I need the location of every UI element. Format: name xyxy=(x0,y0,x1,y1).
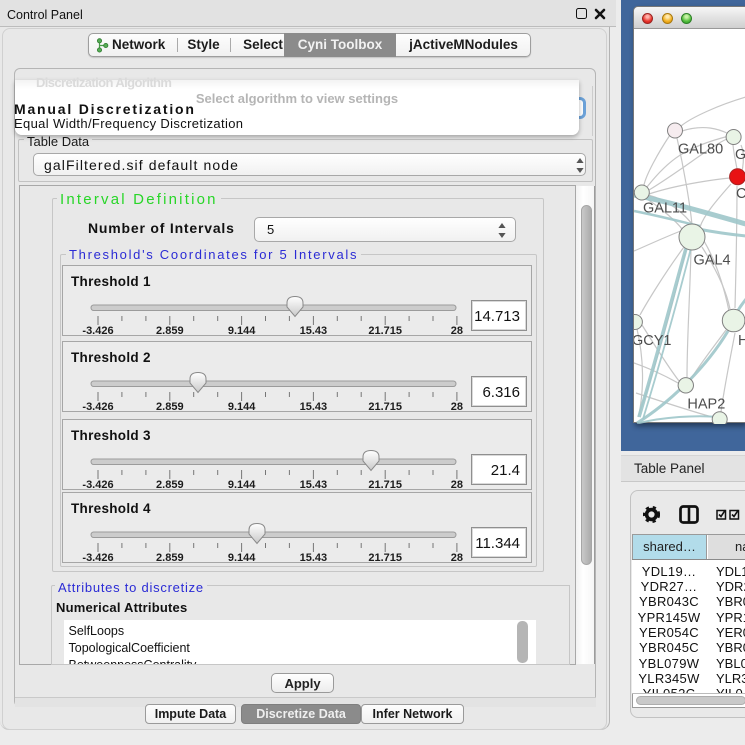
svg-text:15.43: 15.43 xyxy=(300,552,328,564)
svg-text:H: H xyxy=(738,333,745,349)
svg-text:GAL80: GAL80 xyxy=(678,141,723,157)
svg-text:2.859: 2.859 xyxy=(156,552,184,564)
svg-text:28: 28 xyxy=(451,401,463,413)
svg-text:GAL4: GAL4 xyxy=(694,253,731,269)
svg-text:9.144: 9.144 xyxy=(228,401,256,413)
svg-text:GCY1: GCY1 xyxy=(634,333,672,349)
svg-text:-3.426: -3.426 xyxy=(82,552,113,564)
svg-text:21.715: 21.715 xyxy=(368,401,402,413)
svg-text:9.144: 9.144 xyxy=(228,479,256,491)
svg-text:2.859: 2.859 xyxy=(156,401,184,413)
svg-text:2.859: 2.859 xyxy=(156,479,184,491)
svg-text:C: C xyxy=(736,186,745,202)
svg-text:15.43: 15.43 xyxy=(300,479,328,491)
svg-text:-3.426: -3.426 xyxy=(82,479,113,491)
svg-text:15.43: 15.43 xyxy=(300,401,328,413)
svg-text:28: 28 xyxy=(451,552,463,564)
svg-text:-3.426: -3.426 xyxy=(82,401,113,413)
svg-text:2.859: 2.859 xyxy=(156,325,184,337)
svg-text:21.715: 21.715 xyxy=(368,479,402,491)
svg-text:-3.426: -3.426 xyxy=(82,325,113,337)
svg-text:G.: G. xyxy=(735,147,745,163)
svg-text:9.144: 9.144 xyxy=(228,552,256,564)
svg-text:GAL11: GAL11 xyxy=(643,201,687,217)
svg-text:15.43: 15.43 xyxy=(300,325,328,337)
svg-text:21.715: 21.715 xyxy=(368,325,402,337)
svg-text:28: 28 xyxy=(451,325,463,337)
svg-text:28: 28 xyxy=(451,479,463,491)
svg-text:21.715: 21.715 xyxy=(368,552,402,564)
svg-text:9.144: 9.144 xyxy=(228,325,256,337)
svg-text:HAP2: HAP2 xyxy=(687,397,725,413)
